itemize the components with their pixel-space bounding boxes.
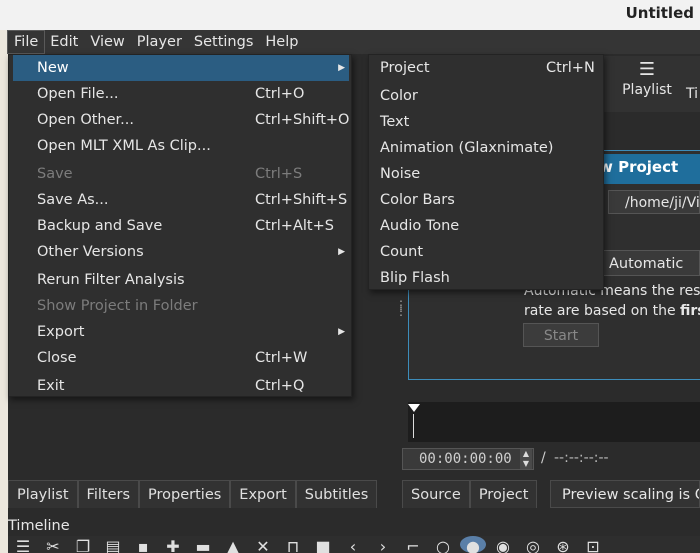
submenu-item-blip-flash[interactable]: Blip Flash: [369, 265, 603, 291]
zoom-in-icon[interactable]: ⊛: [548, 536, 578, 553]
lift-icon[interactable]: ▲: [218, 536, 248, 553]
menu-file[interactable]: File: [6, 30, 46, 54]
menu-item-open-mlt-xml[interactable]: Open MLT XML As Clip...: [13, 133, 349, 159]
tab-project[interactable]: Project: [469, 480, 538, 508]
menu-item-close[interactable]: Close Ctrl+W: [13, 345, 349, 371]
submenu-arrow-icon: ▶: [338, 63, 345, 73]
menu-item-save[interactable]: Save Ctrl+S: [13, 161, 349, 187]
timeline-dock-title: Timeline: [8, 518, 70, 534]
scrub-icon[interactable]: ◉: [488, 536, 518, 553]
left-panel-tabs: Playlist Filters Properties Export Subti…: [8, 480, 378, 508]
menu-item-rerun-filter-analysis[interactable]: Rerun Filter Analysis: [13, 267, 349, 293]
submenu-item-project[interactable]: Project Ctrl+N: [369, 55, 603, 81]
prev-marker-icon[interactable]: ‹: [338, 536, 368, 553]
list-icon: ☰: [638, 59, 656, 80]
timecode-spinner[interactable]: ▲ ▼: [520, 449, 532, 469]
submenu-arrow-icon: ▶: [338, 327, 345, 337]
next-marker-icon[interactable]: ›: [368, 536, 398, 553]
description-line-2: rate are based on the first: [524, 303, 700, 319]
remove-icon[interactable]: ▬: [188, 536, 218, 553]
toolbar-timeline-button[interactable]: Ti: [686, 86, 698, 102]
tab-source[interactable]: Source: [402, 480, 470, 508]
tab-subtitles[interactable]: Subtitles: [295, 480, 378, 508]
timecode-field[interactable]: 00:00:00:00: [402, 448, 534, 470]
timecode-separator: /: [541, 450, 546, 466]
projects-folder-field[interactable]: /home/ji/Vi: [608, 190, 700, 214]
overwrite-icon[interactable]: ✕: [248, 536, 278, 553]
ripple-icon[interactable]: ○: [428, 536, 458, 553]
submenu-item-noise[interactable]: Noise: [369, 161, 603, 187]
window-title: Untitled: [625, 4, 694, 22]
menu-view[interactable]: View: [84, 31, 130, 53]
paste-icon[interactable]: ▤: [98, 536, 128, 553]
title-bar: Untitled: [0, 0, 700, 30]
append-icon[interactable]: ▪: [128, 536, 158, 553]
player-tabs: Source Project: [402, 480, 538, 508]
video-mode-select[interactable]: Automatic: [600, 250, 700, 276]
menubar: File Edit View Player Settings Help: [6, 30, 700, 54]
menu-icon[interactable]: ☰: [8, 536, 38, 553]
menu-edit[interactable]: Edit: [44, 31, 84, 53]
add-icon[interactable]: ✚: [158, 536, 188, 553]
toolbar-playlist-button[interactable]: ☰ Playlist: [620, 58, 674, 98]
new-submenu: Project Ctrl+N Color Text Animation (Glax…: [368, 54, 604, 290]
menu-item-backup-and-save[interactable]: Backup and Save Ctrl+Alt+S: [13, 213, 349, 239]
playhead-line: [413, 414, 414, 438]
menu-item-new[interactable]: New ▶: [13, 55, 349, 81]
tab-export[interactable]: Export: [230, 480, 296, 508]
submenu-item-color-bars[interactable]: Color Bars: [369, 187, 603, 213]
toolbar-playlist-label: Playlist: [622, 82, 672, 98]
tab-properties[interactable]: Properties: [139, 480, 231, 508]
submenu-arrow-icon: ▶: [338, 247, 345, 257]
copy-icon[interactable]: ❐: [68, 536, 98, 553]
tab-filters[interactable]: Filters: [77, 480, 140, 508]
menu-item-show-project-in-folder[interactable]: Show Project in Folder: [13, 293, 349, 319]
desktop-background: [0, 30, 8, 553]
submenu-item-color[interactable]: Color: [369, 83, 603, 109]
cut-icon[interactable]: ✂: [38, 536, 68, 553]
file-menu: New ▶ Open File... Ctrl+O Open Other... Ct…: [8, 54, 352, 397]
timeline-toolbar: ☰ ✂ ❐ ▤ ▪ ✚ ▬ ▲ ✕ ⊓ ■ ‹ › ⌐ ○ ● ◉ ◎ ⊛ ⊡: [8, 536, 700, 553]
submenu-item-animation[interactable]: Animation (Glaxnimate): [369, 135, 603, 161]
submenu-item-audio-tone[interactable]: Audio Tone: [369, 213, 603, 239]
split-icon[interactable]: ⊓: [278, 536, 308, 553]
player-scrubber[interactable]: [408, 402, 700, 442]
playhead-marker[interactable]: [408, 404, 420, 412]
splitter-handle[interactable]: ⋮ ⋮: [395, 299, 407, 317]
menu-player[interactable]: Player: [131, 31, 188, 53]
menu-item-other-versions[interactable]: Other Versions ▶: [13, 239, 349, 265]
ripple-all-icon[interactable]: ●: [460, 536, 486, 553]
menu-item-exit[interactable]: Exit Ctrl+Q: [13, 373, 349, 399]
zoom-out-icon[interactable]: ◎: [518, 536, 548, 553]
start-button[interactable]: Start: [523, 323, 599, 347]
submenu-item-text[interactable]: Text: [369, 109, 603, 135]
menu-item-export[interactable]: Export ▶: [13, 319, 349, 345]
marker-icon[interactable]: ■: [308, 536, 338, 553]
preview-scaling-button[interactable]: Preview scaling is O: [550, 480, 700, 508]
menu-item-open-file[interactable]: Open File... Ctrl+O: [13, 81, 349, 107]
menu-item-open-other[interactable]: Open Other... Ctrl+Shift+O: [13, 107, 349, 133]
tab-playlist[interactable]: Playlist: [8, 480, 78, 508]
submenu-item-count[interactable]: Count: [369, 239, 603, 265]
zoom-fit-icon[interactable]: ⊡: [578, 536, 608, 553]
new-project-title: w Project: [599, 158, 679, 176]
snap-icon[interactable]: ⌐: [398, 536, 428, 553]
duration-display: --:--:--:--: [554, 450, 609, 466]
menu-help[interactable]: Help: [259, 31, 304, 53]
menu-settings[interactable]: Settings: [188, 31, 259, 53]
menu-item-save-as[interactable]: Save As... Ctrl+Shift+S: [13, 187, 349, 213]
